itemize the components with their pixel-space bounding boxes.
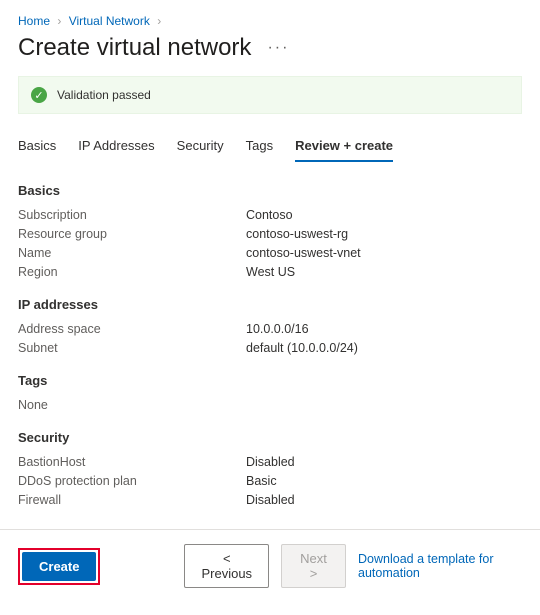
chevron-right-icon: › — [57, 14, 61, 28]
label-ddos: DDoS protection plan — [18, 474, 246, 488]
label-name: Name — [18, 246, 246, 260]
create-button-highlight: Create — [18, 548, 100, 585]
value-ddos: Basic — [246, 474, 277, 488]
value-address-space: 10.0.0.0/16 — [246, 322, 309, 336]
breadcrumb-home[interactable]: Home — [18, 14, 50, 28]
value-resource-group: contoso-uswest-rg — [246, 227, 348, 241]
chevron-right-icon: › — [157, 14, 161, 28]
value-firewall: Disabled — [246, 493, 295, 507]
label-firewall: Firewall — [18, 493, 246, 507]
section-title-security: Security — [18, 430, 522, 445]
kv-name: Name contoso-uswest-vnet — [18, 246, 522, 260]
tab-review-create[interactable]: Review + create — [295, 132, 393, 161]
kv-resource-group: Resource group contoso-uswest-rg — [18, 227, 522, 241]
tab-ip-addresses[interactable]: IP Addresses — [78, 132, 154, 161]
breadcrumb: Home › Virtual Network › — [18, 10, 522, 34]
check-circle-icon: ✓ — [31, 87, 47, 103]
tab-bar: Basics IP Addresses Security Tags Review… — [18, 132, 522, 161]
download-template-link[interactable]: Download a template for automation — [358, 552, 522, 580]
kv-subscription: Subscription Contoso — [18, 208, 522, 222]
create-button[interactable]: Create — [22, 552, 96, 581]
more-actions-button[interactable]: ··· — [263, 39, 293, 57]
value-region: West US — [246, 265, 295, 279]
previous-button[interactable]: < Previous — [184, 544, 269, 588]
value-name: contoso-uswest-vnet — [246, 246, 361, 260]
section-title-tags: Tags — [18, 373, 522, 388]
kv-subnet: Subnet default (10.0.0.0/24) — [18, 341, 522, 355]
label-subscription: Subscription — [18, 208, 246, 222]
tab-security[interactable]: Security — [177, 132, 224, 161]
tab-basics[interactable]: Basics — [18, 132, 56, 161]
page-title: Create virtual network — [18, 34, 251, 62]
kv-bastion: BastionHost Disabled — [18, 455, 522, 469]
breadcrumb-virtual-network[interactable]: Virtual Network — [69, 14, 150, 28]
section-title-ip: IP addresses — [18, 297, 522, 312]
kv-address-space: Address space 10.0.0.0/16 — [18, 322, 522, 336]
label-address-space: Address space — [18, 322, 246, 336]
footer-action-bar: Create < Previous Next > Download a temp… — [0, 529, 540, 604]
kv-firewall: Firewall Disabled — [18, 493, 522, 507]
value-tags-none: None — [18, 398, 522, 412]
section-title-basics: Basics — [18, 183, 522, 198]
label-resource-group: Resource group — [18, 227, 246, 241]
label-subnet: Subnet — [18, 341, 246, 355]
value-subnet: default (10.0.0.0/24) — [246, 341, 358, 355]
label-region: Region — [18, 265, 246, 279]
kv-region: Region West US — [18, 265, 522, 279]
value-bastion: Disabled — [246, 455, 295, 469]
kv-ddos: DDoS protection plan Basic — [18, 474, 522, 488]
next-button: Next > — [281, 544, 346, 588]
validation-banner: ✓ Validation passed — [18, 76, 522, 114]
value-subscription: Contoso — [246, 208, 293, 222]
tab-tags[interactable]: Tags — [246, 132, 273, 161]
label-bastion: BastionHost — [18, 455, 246, 469]
validation-text: Validation passed — [57, 88, 151, 102]
